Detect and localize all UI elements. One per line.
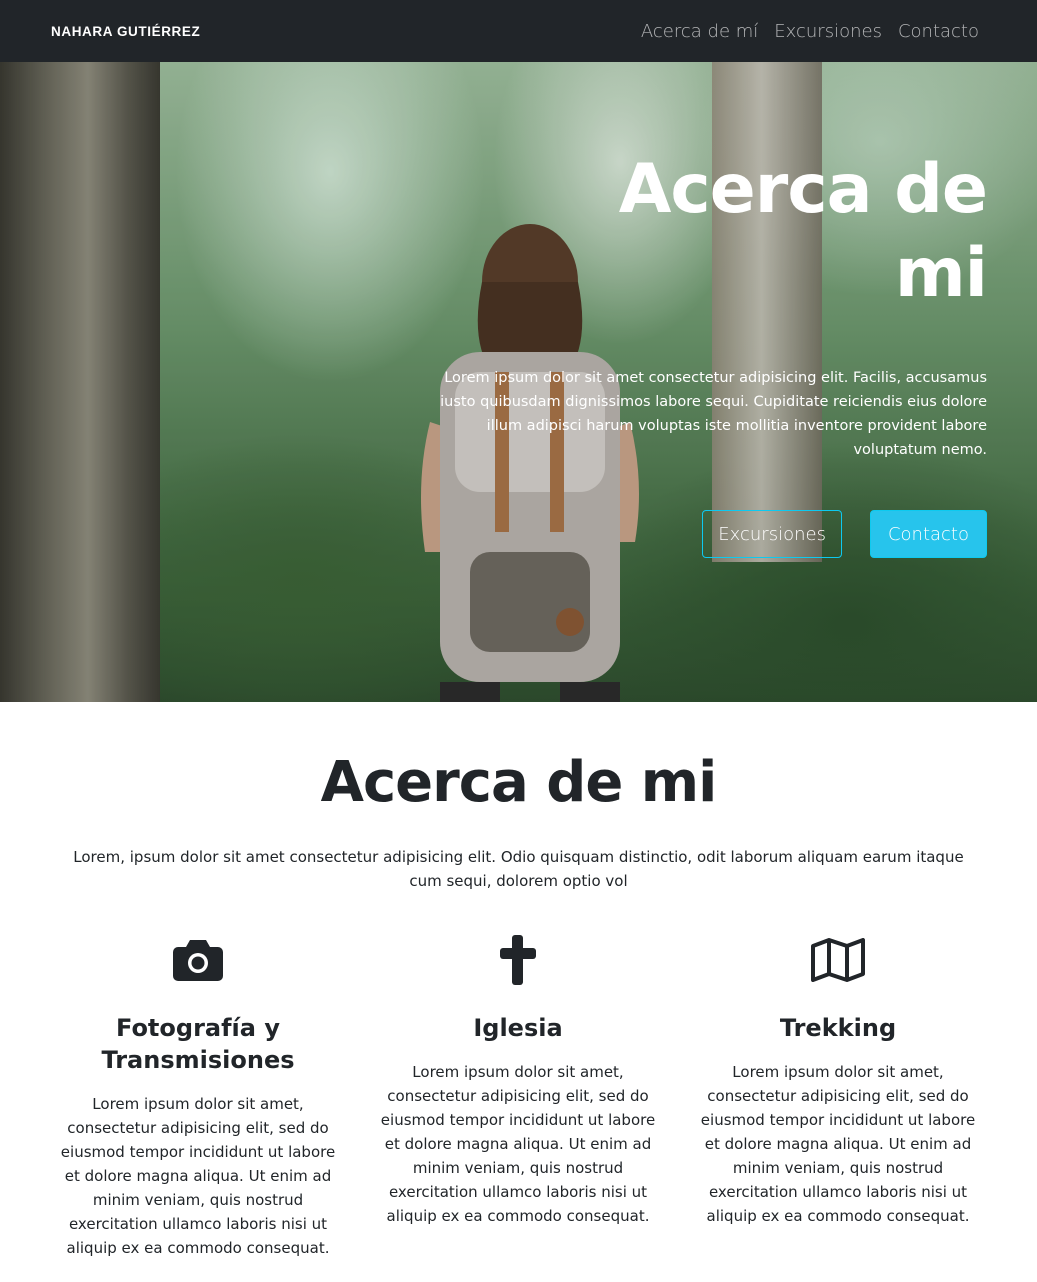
feature-title: Trekking: [779, 1014, 897, 1042]
feature-church: Iglesia Lorem ipsum dolor sit amet, cons…: [358, 930, 678, 1260]
cross-icon: [372, 930, 664, 990]
hero-buttons: Excursiones Contacto: [702, 510, 987, 558]
nav-links: Acerca de mí Excursiones Contacto: [641, 21, 979, 42]
feature-text: Lorem ipsum dolor sit amet, consectetur …: [700, 1063, 976, 1225]
hero-section: Acerca de mi Lorem ipsum dolor sit amet …: [0, 62, 1037, 702]
hero-title: Acerca de mi: [618, 150, 988, 313]
features-section: Fotografía y Transmisiones Lorem ipsum d…: [38, 930, 998, 1260]
feature-title: Fotografía y Transmisiones: [101, 1014, 295, 1074]
about-title: Acerca de mi: [320, 750, 718, 815]
map-icon: [692, 930, 984, 990]
navbar: NAHARA GUTIÉRREZ Acerca de mí Excursione…: [0, 0, 1037, 62]
nav-link-excursiones[interactable]: Excursiones: [774, 21, 882, 42]
nav-link-acerca[interactable]: Acerca de mí: [641, 21, 758, 42]
camera-icon: [52, 930, 344, 990]
feature-text: Lorem ipsum dolor sit amet, consectetur …: [60, 1095, 336, 1257]
feature-title: Iglesia: [473, 1014, 563, 1042]
excursiones-button[interactable]: Excursiones: [702, 510, 842, 558]
feature-photography: Fotografía y Transmisiones Lorem ipsum d…: [38, 930, 358, 1260]
about-description: Lorem, ipsum dolor sit amet consectetur …: [73, 848, 964, 890]
contacto-button[interactable]: Contacto: [869, 510, 987, 558]
brand-link[interactable]: NAHARA GUTIÉRREZ: [51, 24, 200, 39]
feature-text: Lorem ipsum dolor sit amet, consectetur …: [380, 1063, 656, 1225]
feature-trekking: Trekking Lorem ipsum dolor sit amet, con…: [678, 930, 998, 1260]
hero-description: Lorem ipsum dolor sit amet consectetur a…: [440, 370, 987, 458]
nav-link-contacto[interactable]: Contacto: [898, 21, 979, 42]
